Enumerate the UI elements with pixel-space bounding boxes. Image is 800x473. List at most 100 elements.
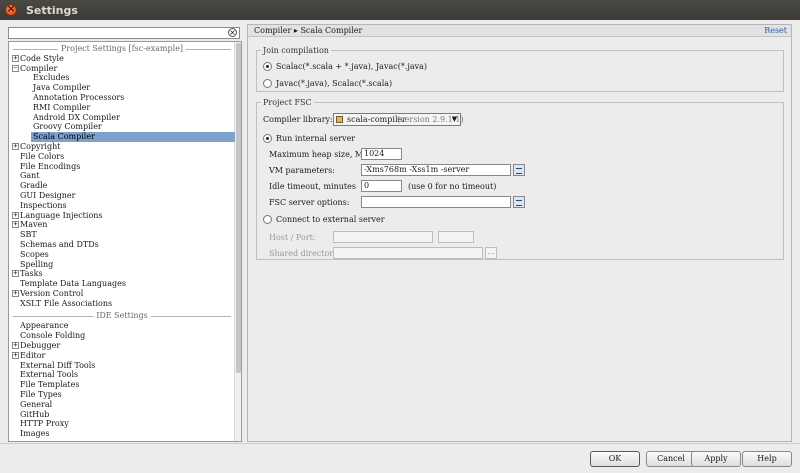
- idle-timeout-hint: (use 0 for no timeout): [408, 182, 497, 191]
- tree-item-excludes[interactable]: Excludes: [31, 73, 235, 83]
- tree-item-gant[interactable]: Gant: [9, 171, 235, 181]
- run-internal-server-label[interactable]: Run internal server: [276, 134, 355, 144]
- max-heap-input[interactable]: 1024: [361, 148, 402, 160]
- tree-item-gradle[interactable]: Gradle: [9, 181, 235, 191]
- tree-item-version-control[interactable]: + Version Control: [9, 289, 235, 299]
- panel-splitter[interactable]: [243, 24, 246, 442]
- expand-icon[interactable]: +: [12, 211, 19, 219]
- tree-item-template-data-languages[interactable]: Template Data Languages: [9, 279, 235, 289]
- connect-external-server-radio[interactable]: [263, 215, 272, 224]
- tree-item-sbt[interactable]: SBT: [9, 230, 235, 240]
- tree-item-images[interactable]: Images: [9, 429, 235, 439]
- expand-icon[interactable]: +: [12, 221, 19, 229]
- close-window-icon[interactable]: [5, 2, 17, 16]
- tree-item-annotation-processors[interactable]: Annotation Processors: [31, 93, 235, 103]
- compiler-library-label: Compiler library:: [263, 115, 333, 124]
- vm-parameters-input[interactable]: -Xms768m -Xss1m -server: [361, 164, 511, 176]
- tree-item-editor[interactable]: + Editor: [9, 351, 235, 361]
- tree-item-groovy-compiler[interactable]: Groovy Compiler: [31, 122, 235, 132]
- title-bar: Settings: [0, 0, 800, 20]
- fsc-server-options-input[interactable]: [361, 196, 511, 208]
- idle-timeout-input[interactable]: 0: [361, 180, 402, 192]
- chevron-down-icon[interactable]: ▼: [450, 115, 459, 124]
- tree-item-label: External Tools: [20, 370, 79, 380]
- expand-icon[interactable]: +: [12, 351, 19, 359]
- clear-search-icon[interactable]: ×: [228, 28, 237, 37]
- idle-timeout-label: Idle timeout, minutes: [269, 182, 356, 191]
- tree-item-file-types[interactable]: File Types: [9, 390, 235, 400]
- join-compilation-title: Join compilation: [261, 46, 331, 55]
- tree-item-debugger[interactable]: + Debugger: [9, 341, 235, 351]
- vm-parameters-expand-icon[interactable]: [513, 164, 525, 176]
- settings-search-input[interactable]: ×: [8, 27, 240, 39]
- tree-item-android-dx-compiler[interactable]: Android DX Compiler: [31, 113, 235, 123]
- tree-item-inspections[interactable]: Inspections: [9, 201, 235, 211]
- javac-first-radio[interactable]: [263, 79, 272, 88]
- browse-directory-button[interactable]: ...: [485, 247, 497, 259]
- tree-item-label: Tasks: [20, 269, 43, 279]
- tree-item-external-diff-tools[interactable]: External Diff Tools: [9, 361, 235, 371]
- scalac-first-label[interactable]: Scalac(*.scala + *.java), Javac(*.java): [276, 62, 427, 72]
- shared-directory-input[interactable]: [333, 247, 483, 259]
- tree-item-external-tools[interactable]: External Tools: [9, 370, 235, 380]
- tree-item-label: Java Compiler: [33, 83, 91, 93]
- connect-external-server-label[interactable]: Connect to external server: [276, 215, 385, 225]
- tree-item-java-compiler[interactable]: Java Compiler: [31, 83, 235, 93]
- tree-item-label: Language Injections: [20, 210, 103, 220]
- max-heap-label: Maximum heap size, MB:: [269, 150, 372, 159]
- expand-icon[interactable]: +: [12, 290, 19, 297]
- expand-icon[interactable]: +: [12, 342, 19, 349]
- tree-item-label: Spelling: [20, 259, 54, 269]
- tree-item-http-proxy[interactable]: HTTP Proxy: [9, 419, 235, 429]
- scalac-first-radio[interactable]: [263, 62, 272, 71]
- tree-item-tasks[interactable]: + Tasks: [9, 269, 235, 279]
- tree-item-label: Console Folding: [20, 331, 86, 341]
- tree-item-file-templates[interactable]: File Templates: [9, 380, 235, 390]
- tree-item-copyright[interactable]: + Copyright: [9, 142, 235, 152]
- settings-navigation-panel: × Project Settings [fsc-example] + Code St…: [8, 24, 242, 442]
- tree-item-maven[interactable]: + Maven: [9, 220, 235, 230]
- port-input[interactable]: [438, 231, 474, 243]
- host-input[interactable]: [333, 231, 433, 243]
- tree-item-code-style[interactable]: + Code Style: [9, 54, 235, 64]
- project-fsc-group: Project FSC Compiler library: scala-comp…: [256, 98, 784, 260]
- tree-item-rmi-compiler[interactable]: RMI Compiler: [31, 103, 235, 113]
- tree-scrollbar-thumb[interactable]: [236, 43, 241, 373]
- expand-icon[interactable]: +: [12, 143, 19, 150]
- breadcrumb-current: Scala Compiler: [300, 26, 363, 35]
- compiler-library-select[interactable]: scala-compiler (version 2.9.1-1) ▼: [333, 113, 464, 126]
- tree-item-github[interactable]: GitHub: [9, 410, 235, 420]
- apply-button[interactable]: Apply: [691, 451, 741, 467]
- tree-item-console-folding[interactable]: Console Folding: [9, 331, 235, 341]
- tree-item-compiler[interactable]: − Compiler: [9, 64, 235, 74]
- help-button[interactable]: Help: [742, 451, 792, 467]
- expand-icon[interactable]: +: [12, 54, 19, 62]
- tree-item-spelling[interactable]: Spelling: [9, 260, 235, 270]
- cancel-button[interactable]: Cancel: [646, 451, 696, 467]
- tree-item-language-injections[interactable]: + Language Injections: [9, 211, 235, 221]
- tree-item-file-encodings[interactable]: File Encodings: [9, 162, 235, 172]
- window-title: Settings: [26, 4, 78, 17]
- collapse-icon[interactable]: −: [12, 64, 19, 72]
- tree-item-label: Groovy Compiler: [33, 122, 102, 132]
- tree-item-label: Scopes: [20, 249, 49, 259]
- fsc-server-options-expand-icon[interactable]: [513, 196, 525, 208]
- tree-item-gui-designer[interactable]: GUI Designer: [9, 191, 235, 201]
- tree-item-file-colors[interactable]: File Colors: [9, 152, 235, 162]
- tree-item-schemas-and-dtds[interactable]: Schemas and DTDs: [9, 240, 235, 250]
- tree-item-scala-compiler[interactable]: Scala Compiler: [31, 132, 235, 143]
- tree-scrollbar[interactable]: [234, 42, 241, 441]
- tree-item-label: External Diff Tools: [20, 360, 96, 370]
- javac-first-label[interactable]: Javac(*.java), Scalac(*.scala): [276, 79, 392, 89]
- tree-item-appearance[interactable]: Appearance: [9, 321, 235, 331]
- breadcrumb-separator-icon: ▸: [293, 26, 298, 35]
- shared-directory-label: Shared directory:: [269, 249, 341, 258]
- tree-item-xslt-file-associations[interactable]: XSLT File Associations: [9, 299, 235, 309]
- tree-item-general[interactable]: General: [9, 400, 235, 410]
- expand-icon[interactable]: +: [12, 270, 19, 278]
- ok-button[interactable]: OK: [590, 451, 640, 467]
- reset-link[interactable]: Reset: [764, 26, 787, 35]
- tree-item-scopes[interactable]: Scopes: [9, 250, 235, 260]
- run-internal-server-radio[interactable]: [263, 134, 272, 143]
- tree-item-label: Scala Compiler: [33, 132, 95, 142]
